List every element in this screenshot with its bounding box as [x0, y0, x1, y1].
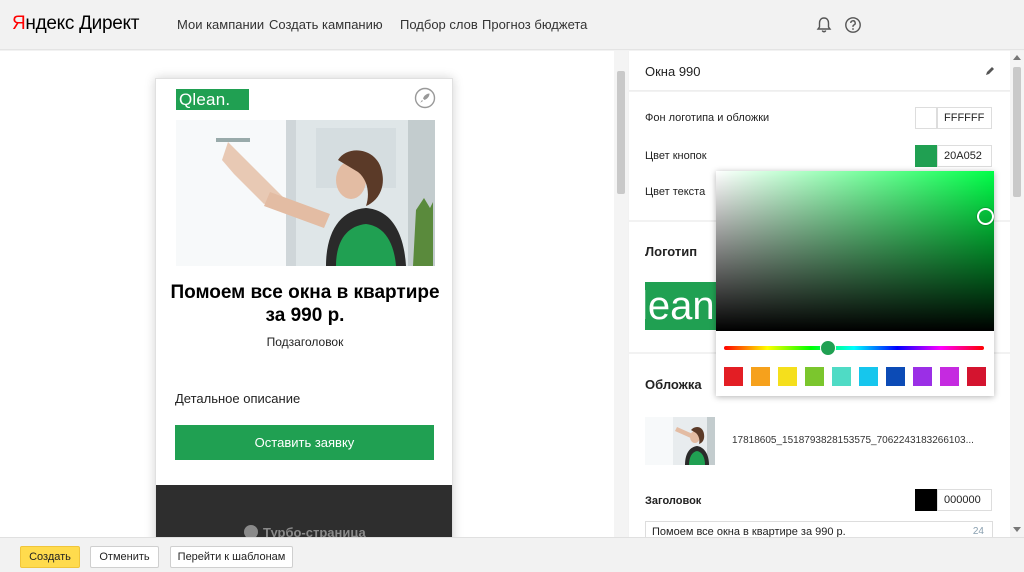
logo-header: Логотип: [645, 244, 698, 259]
saturation-value-area[interactable]: [716, 171, 994, 331]
go-to-templates-button[interactable]: Перейти к шаблонам: [170, 546, 293, 568]
preset-color-swatch[interactable]: [967, 367, 986, 386]
preset-colors: [724, 367, 986, 386]
preview-scroll-thumb[interactable]: [617, 71, 625, 194]
preset-color-swatch[interactable]: [805, 367, 824, 386]
preset-color-swatch[interactable]: [832, 367, 851, 386]
ad-description: Детальное описание: [175, 391, 301, 406]
bell-icon[interactable]: [815, 16, 833, 34]
nav-budget-forecast[interactable]: Прогноз бюджета: [482, 17, 587, 32]
heading-char-counter: 24: [972, 526, 984, 537]
panel-scroll-thumb[interactable]: [1013, 67, 1021, 197]
phone-preview: Qlean. Помоем все окна в квартире за 990: [155, 78, 453, 537]
turbo-text: Турбо-страница: [263, 525, 366, 537]
logo-thumbnail[interactable]: lean: [645, 282, 725, 330]
bottom-bar: Создать Отменить Перейти к шаблонам: [0, 537, 1024, 572]
heading-input-value: Помоем все окна в квартире за 990 р.: [652, 526, 846, 537]
preset-color-swatch[interactable]: [859, 367, 878, 386]
bg-color-swatch[interactable]: [915, 107, 937, 129]
cover-thumbnail[interactable]: [645, 417, 715, 465]
ad-subtitle: Подзаголовок: [266, 335, 344, 349]
template-title[interactable]: Окна 990: [645, 64, 701, 79]
cta-button[interactable]: Оставить заявку: [175, 425, 434, 460]
scroll-up-arrow[interactable]: [1013, 55, 1021, 60]
preset-color-swatch[interactable]: [886, 367, 905, 386]
preset-color-swatch[interactable]: [724, 367, 743, 386]
heading-input[interactable]: Помоем все окна в квартире за 990 р. 24: [645, 521, 993, 537]
help-icon[interactable]: [844, 16, 862, 34]
heading-color-field[interactable]: 000000: [937, 489, 992, 511]
nav-word-selection[interactable]: Подбор слов: [400, 17, 478, 32]
preset-color-swatch[interactable]: [940, 367, 959, 386]
cover-header: Обложка: [645, 377, 702, 392]
brand-logo: Qlean.: [176, 89, 249, 110]
button-color-field[interactable]: 20A052: [937, 145, 992, 167]
rocket-icon: [414, 87, 436, 109]
panel-scrollbar[interactable]: [1010, 51, 1024, 537]
bg-color-label: Фон логотипа и обложки: [645, 112, 770, 124]
button-color-swatch[interactable]: [915, 145, 937, 167]
top-bar: Яндекс Директ Мои кампании Создать кампа…: [0, 0, 1024, 50]
logo-text: ндекс Директ: [25, 13, 140, 34]
heading-label: Заголовок: [645, 495, 702, 507]
turbo-icon: [244, 525, 258, 537]
preview-scrollbar[interactable]: [614, 51, 628, 537]
hue-slider-handle[interactable]: [820, 340, 836, 356]
cover-photo: [176, 120, 435, 266]
button-color-label: Цвет кнопок: [645, 150, 707, 162]
bg-color-field[interactable]: FFFFFF: [937, 107, 992, 129]
pencil-icon[interactable]: [984, 65, 996, 77]
turbo-footer: Турбо-страница: [156, 485, 452, 537]
logo-letter: Я: [12, 13, 26, 34]
scroll-down-arrow[interactable]: [1013, 527, 1021, 532]
template-title-card: Окна 990: [629, 51, 1010, 91]
ad-preview-area: Qlean. Помоем все окна в квартире за 990: [0, 51, 614, 537]
create-button[interactable]: Создать: [20, 546, 80, 568]
yandex-direct-logo[interactable]: Яндекс Директ: [12, 13, 139, 35]
preset-color-swatch[interactable]: [751, 367, 770, 386]
color-picker: [716, 171, 994, 396]
nav-my-campaigns[interactable]: Мои кампании: [177, 17, 264, 32]
turbo-label: Турбо-страница: [244, 525, 366, 537]
text-color-label: Цвет текста: [645, 186, 706, 198]
saturation-handle[interactable]: [977, 208, 994, 225]
hue-slider[interactable]: [724, 346, 984, 350]
cancel-button[interactable]: Отменить: [90, 546, 159, 568]
heading-color-swatch[interactable]: [915, 489, 937, 511]
preset-color-swatch[interactable]: [778, 367, 797, 386]
preset-color-swatch[interactable]: [913, 367, 932, 386]
cover-filename: 17818605_1518793828153575_70622431832661…: [732, 435, 974, 446]
nav-create-campaign[interactable]: Создать кампанию: [269, 17, 383, 32]
ad-title: Помоем все окна в квартире за 990 р.: [170, 282, 440, 326]
